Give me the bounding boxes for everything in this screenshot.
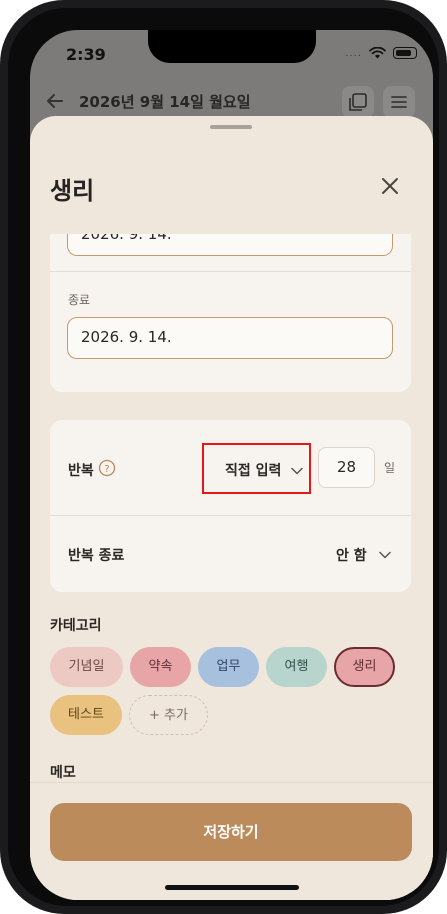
category-chip-test[interactable]: 테스트 (50, 695, 122, 735)
date-card: 2026. 9. 14. 종료 2026. 9. 14. (50, 234, 411, 392)
save-button[interactable]: 저장하기 (50, 803, 412, 861)
sheet-grabber[interactable] (210, 125, 252, 129)
repeat-mode-value: 직접 입력 (225, 463, 282, 479)
dynamic-island (148, 30, 316, 63)
repeat-days-input[interactable]: 28 (318, 447, 375, 488)
signal-icon: .... (345, 47, 362, 59)
end-date-field[interactable]: 2026. 9. 14. (67, 317, 393, 359)
home-indicator[interactable] (165, 885, 299, 890)
status-icons: .... (345, 47, 417, 59)
sheet-title: 생리 (50, 177, 95, 205)
wifi-icon (369, 47, 386, 59)
close-icon[interactable] (378, 174, 402, 198)
svg-text:?: ? (104, 464, 109, 475)
form-scroll-area[interactable]: 2026. 9. 14. 종료 2026. 9. 14. 반복 ? 직접 입력 (30, 234, 433, 782)
category-chip-period[interactable]: 생리 (334, 647, 395, 687)
gallery-button[interactable] (342, 86, 374, 118)
help-icon[interactable]: ? (98, 459, 116, 477)
start-date-field[interactable]: 2026. 9. 14. (67, 234, 393, 256)
repeat-mode-select[interactable]: 직접 입력 (202, 443, 311, 494)
memo-label: 메모 (50, 765, 76, 781)
event-edit-sheet: 생리 2026. 9. 14. 종료 2026. 9. 14. 반복 ? 직접 … (30, 116, 433, 900)
add-category-button[interactable]: + 추가 (129, 695, 208, 735)
list-icon (391, 96, 407, 108)
divider (50, 271, 411, 272)
category-chip-work[interactable]: 업무 (198, 647, 259, 687)
phone-bezel: 2:39 .... 2026년 9월 14일 월요일 ⌄ 생리 2026. 9.… (8, 8, 439, 906)
background-date-title[interactable]: 2026년 9월 14일 월요일 (79, 91, 251, 112)
bottom-action-bar: 저장하기 (30, 782, 433, 900)
repeat-days-unit: 일 (384, 461, 396, 475)
divider (50, 515, 411, 516)
list-button[interactable] (383, 86, 415, 118)
status-time: 2:39 (66, 45, 106, 64)
category-chip-anniversary[interactable]: 기념일 (50, 647, 123, 687)
phone-frame: 2:39 .... 2026년 9월 14일 월요일 ⌄ 생리 2026. 9.… (0, 0, 447, 914)
screen: 2:39 .... 2026년 9월 14일 월요일 ⌄ 생리 2026. 9.… (30, 30, 433, 900)
repeat-end-label: 반복 종료 (68, 548, 125, 564)
category-chip-travel[interactable]: 여행 (266, 647, 327, 687)
back-arrow-icon[interactable] (44, 90, 66, 112)
end-date-label: 종료 (68, 293, 91, 307)
repeat-end-select[interactable]: 안 함 (336, 545, 367, 565)
battery-icon (393, 47, 417, 59)
category-chip-appointment[interactable]: 약속 (130, 647, 191, 687)
gallery-icon (349, 93, 367, 111)
chevron-down-icon[interactable] (379, 551, 391, 559)
repeat-card: 반복 ? 직접 입력 28 일 반복 종료 안 함 (50, 420, 411, 592)
chevron-down-icon (291, 467, 303, 475)
repeat-label: 반복 (68, 463, 94, 479)
category-label: 카테고리 (50, 618, 102, 634)
chevron-down-icon: ⌄ (237, 91, 248, 105)
status-bar: 2:39 .... (30, 30, 433, 80)
